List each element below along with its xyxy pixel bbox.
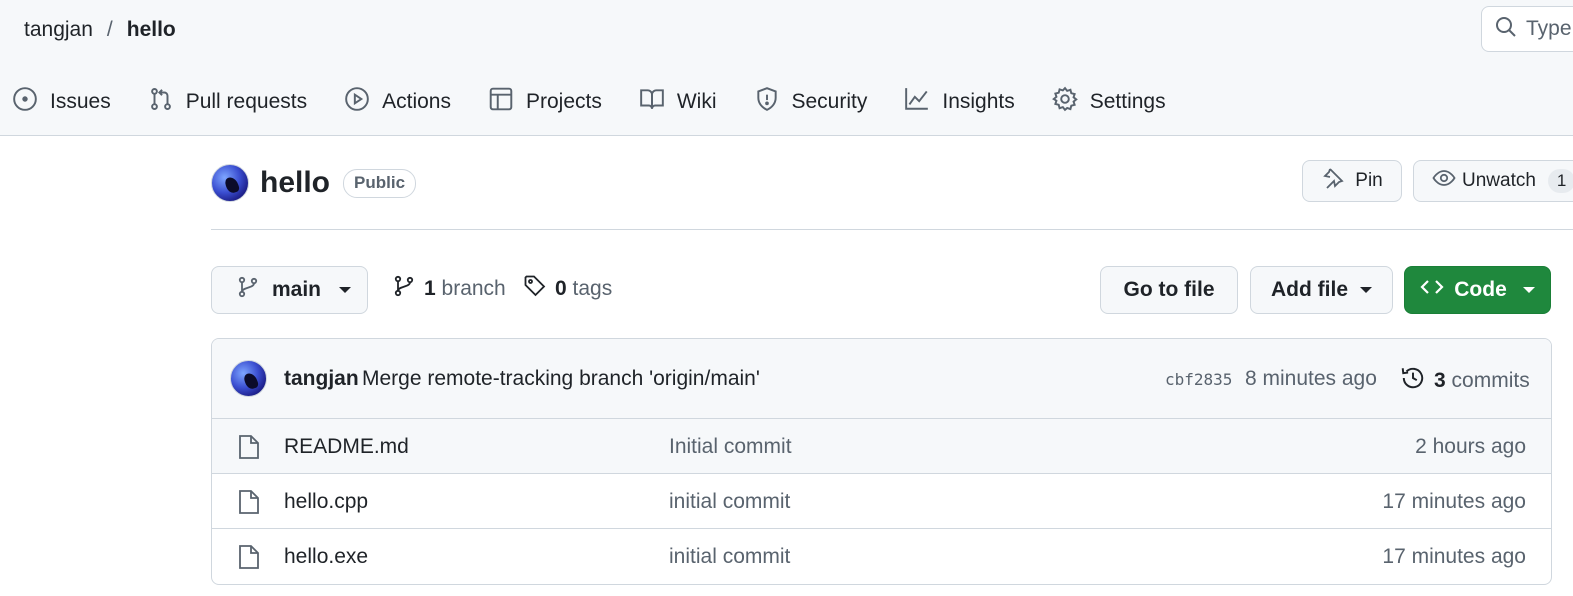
tag-icon	[523, 274, 547, 304]
add-file-label: Add file	[1271, 278, 1348, 301]
file-commit-message[interactable]: Initial commit	[669, 435, 792, 459]
unwatch-label: Unwatch	[1462, 170, 1536, 191]
commit-count-label: commits	[1451, 369, 1530, 392]
file-icon	[238, 434, 260, 460]
latest-commit-row: tangjan Merge remote-tracking branch 'or…	[212, 339, 1551, 419]
file-commit-message[interactable]: initial commit	[669, 545, 790, 569]
graph-icon	[904, 86, 930, 118]
file-name[interactable]: hello.exe	[284, 545, 368, 569]
tab-label: Insights	[942, 90, 1015, 113]
branches-link[interactable]: 1 branch	[392, 274, 506, 304]
tab-label: Projects	[525, 90, 602, 113]
tab-label: Issues	[50, 90, 111, 113]
branch-selector-button[interactable]: main	[211, 266, 368, 314]
repo-tabs: Issues Pull requests Actions Projects Wi…	[12, 84, 1203, 120]
file-row[interactable]: hello.exe initial commit 17 minutes ago	[212, 529, 1551, 584]
chevron-down-icon	[339, 287, 352, 293]
commit-author[interactable]: tangjan	[284, 367, 359, 391]
book-icon	[639, 86, 665, 118]
tab-label: Wiki	[676, 90, 717, 113]
eye-icon	[1432, 166, 1456, 196]
git-branch-icon	[392, 274, 416, 304]
file-listing: tangjan Merge remote-tracking branch 'or…	[211, 338, 1552, 585]
code-icon	[1420, 275, 1444, 305]
file-commit-time: 17 minutes ago	[1382, 545, 1526, 568]
tab-insights[interactable]: Insights	[904, 86, 1015, 118]
file-icon	[238, 544, 260, 570]
tab-actions[interactable]: Actions	[344, 86, 451, 118]
owner-avatar[interactable]	[211, 164, 249, 202]
file-commit-time: 17 minutes ago	[1382, 490, 1526, 513]
tab-projects[interactable]: Projects	[488, 86, 602, 118]
code-label: Code	[1454, 278, 1507, 301]
breadcrumb: tangjan / hello	[24, 16, 176, 44]
branch-count-label: branch	[441, 277, 506, 300]
table-icon	[488, 86, 514, 118]
search-icon	[1494, 15, 1518, 44]
shield-icon	[754, 86, 780, 118]
tab-label: Security	[791, 90, 868, 113]
issue-circle-icon	[12, 86, 38, 118]
title-divider	[211, 229, 1573, 230]
tab-security[interactable]: Security	[754, 86, 868, 118]
pin-label: Pin	[1355, 170, 1383, 191]
breadcrumb-separator: /	[106, 18, 113, 41]
file-icon	[238, 489, 260, 515]
repo-title-bar: hello Public	[211, 164, 417, 202]
tab-pull-requests[interactable]: Pull requests	[148, 86, 307, 118]
play-circle-icon	[344, 86, 370, 118]
add-file-button[interactable]: Add file	[1250, 266, 1393, 314]
history-icon	[1400, 365, 1426, 397]
chevron-down-icon	[1522, 287, 1535, 293]
unwatch-button[interactable]: Unwatch 1	[1413, 160, 1573, 202]
commit-time: 8 minutes ago	[1245, 367, 1377, 390]
file-name[interactable]: hello.cpp	[284, 490, 368, 514]
git-branch-icon	[236, 275, 260, 305]
tab-label: Settings	[1089, 90, 1166, 113]
tab-issues[interactable]: Issues	[12, 86, 111, 118]
tag-count: 0	[555, 277, 567, 300]
tab-label: Actions	[382, 90, 451, 113]
watch-count-badge: 1	[1547, 169, 1573, 193]
go-to-file-button[interactable]: Go to file	[1100, 266, 1238, 314]
file-commit-message[interactable]: initial commit	[669, 490, 790, 514]
commit-author-avatar[interactable]	[230, 360, 267, 397]
commit-message[interactable]: Merge remote-tracking branch 'origin/mai…	[362, 367, 760, 391]
pull-request-icon	[148, 86, 174, 118]
pin-button[interactable]: Pin	[1302, 160, 1402, 202]
gear-icon	[1051, 86, 1078, 118]
tags-link[interactable]: 0 tags	[523, 274, 612, 304]
breadcrumb-owner-link[interactable]: tangjan	[24, 16, 93, 44]
breadcrumb-repo-link[interactable]: hello	[127, 16, 176, 44]
file-row[interactable]: README.md Initial commit 2 hours ago	[212, 419, 1551, 474]
branch-count: 1	[424, 277, 436, 300]
pin-icon	[1321, 166, 1345, 196]
tab-wiki[interactable]: Wiki	[639, 86, 717, 118]
chevron-down-icon	[1360, 287, 1372, 293]
search-box[interactable]	[1481, 6, 1573, 52]
tab-label: Pull requests	[185, 90, 308, 113]
search-input[interactable]	[1526, 17, 1573, 41]
repo-name[interactable]: hello	[260, 166, 330, 200]
file-name[interactable]: README.md	[284, 435, 409, 459]
current-branch-label: main	[272, 278, 322, 301]
tab-settings[interactable]: Settings	[1051, 86, 1166, 118]
commit-sha[interactable]: cbf2835	[1165, 370, 1232, 389]
commits-link[interactable]: 3 commits	[1400, 365, 1530, 397]
tag-count-label: tags	[572, 277, 613, 300]
repo-header: tangjan / hello Issues Pull requests Act…	[0, 0, 1573, 136]
code-button[interactable]: Code	[1404, 266, 1551, 314]
visibility-badge: Public	[343, 168, 417, 198]
commit-count: 3	[1434, 369, 1446, 392]
file-commit-time: 2 hours ago	[1415, 435, 1526, 458]
file-row[interactable]: hello.cpp initial commit 17 minutes ago	[212, 474, 1551, 529]
